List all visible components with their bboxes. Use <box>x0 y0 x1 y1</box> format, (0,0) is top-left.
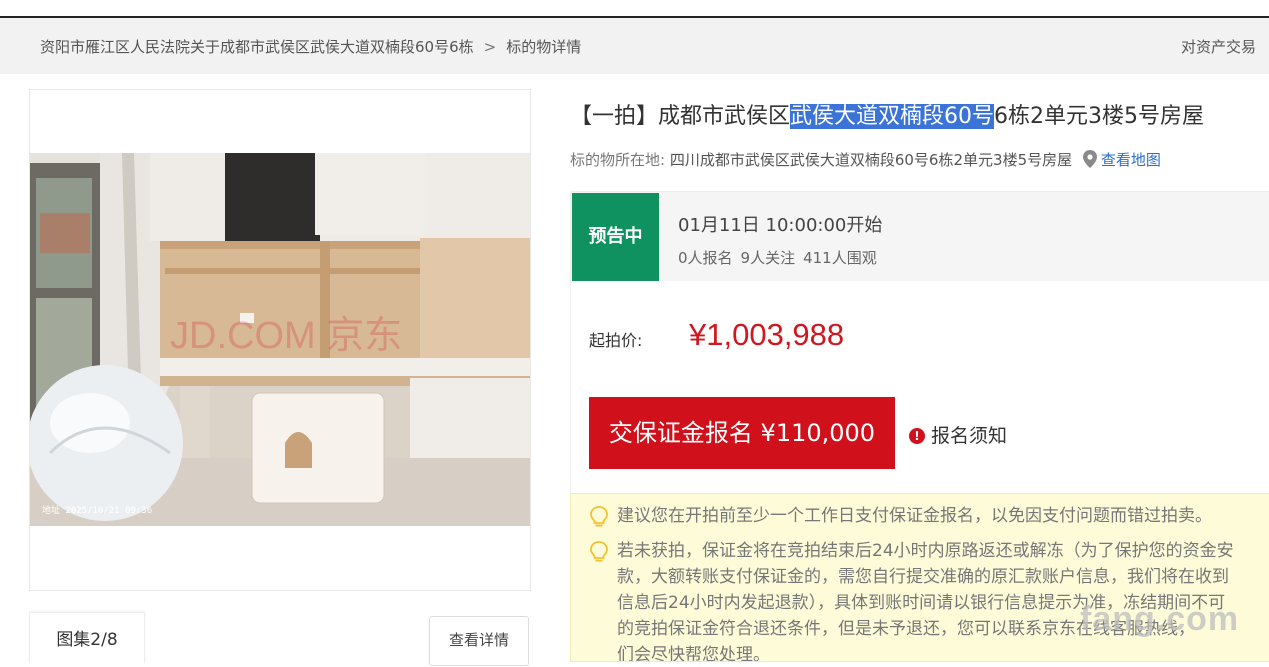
tip-2-line-5: 们会尽快帮您处理。 <box>617 645 770 662</box>
room-photo-illustration: JD.COM 京东 <box>30 153 530 526</box>
tip-2-line-2: 款，大额转账支付保证金的，需您自行提交准确的原汇款账户信息，我们将在收到 <box>617 567 1229 587</box>
breadcrumb-current: 标的物详情 <box>506 38 582 56</box>
follower-count: 9人关注 <box>740 249 796 267</box>
photo-timestamp: 地址 2025/10/21 09:36 <box>42 506 153 516</box>
image-gallery: JD.COM 京东 地址 2025/10/21 09:36 <box>29 89 531 591</box>
map-pin-icon <box>1082 150 1097 172</box>
price-panel: 起拍价: ¥1,003,988 交保证金报名 ¥110,000 ! 报名须知 <box>570 281 1269 494</box>
lightbulb-icon <box>589 505 609 537</box>
location-address: 四川成都市武侯区武侯大道双楠段60号6栋2单元3楼5号房屋 <box>669 151 1073 169</box>
site-watermark: fang.com <box>1080 600 1240 638</box>
photo-watermark: JD.COM 京东 <box>170 315 402 357</box>
registration-notice-link[interactable]: ! 报名须知 <box>909 421 1007 448</box>
starting-price-value: ¥1,003,988 <box>689 317 845 352</box>
auction-status-panel: 预告中 01月11日 10:00:00开始 0人报名 9人关注 411人围观 <box>570 191 1269 283</box>
breadcrumb-case-link[interactable]: 资阳市雁江区人民法院关于成都市武侯区武侯大道双楠段60号6栋 <box>40 38 474 56</box>
view-map-link[interactable]: 查看地图 <box>1101 151 1161 169</box>
start-time: 01月11日 10:00:00开始 <box>678 215 883 236</box>
tip-1-text: 建议您在开拍前至少一个工作日支付保证金报名，以免因支付问题而错过拍卖。 <box>617 506 1212 526</box>
gallery-tab[interactable]: 图集2/8 <box>29 612 145 663</box>
starting-price-label: 起拍价: <box>589 331 643 350</box>
breadcrumb: 资阳市雁江区人民法院关于成都市武侯区武侯大道双楠段60号6栋 > 标的物详情 <box>40 36 581 57</box>
main-photo[interactable]: JD.COM 京东 地址 2025/10/21 09:36 <box>30 153 530 526</box>
signup-count: 0人报名 <box>678 249 733 267</box>
breadcrumb-bar: 资阳市雁江区人民法院关于成都市武侯区武侯大道双楠段60号6栋 > 标的物详情 对资产… <box>0 18 1269 74</box>
title-prefix: 【一拍】成都市武侯区 <box>570 104 791 129</box>
location-label: 标的物所在地: <box>570 151 666 169</box>
view-details-button[interactable]: 查看详情 <box>429 616 529 666</box>
status-badge: 预告中 <box>572 193 659 281</box>
title-highlight: 武侯大道双楠段60号 <box>790 104 995 129</box>
auction-stats: 0人报名 9人关注 411人围观 <box>678 247 885 268</box>
asset-trading-link[interactable]: 对资产交易 <box>1181 36 1269 57</box>
listing-location: 标的物所在地: 四川成都市武侯区武侯大道双楠段60号6栋2单元3楼5号房屋 查看… <box>570 149 1161 172</box>
breadcrumb-separator: > <box>483 38 497 56</box>
tip-2-line-1: 若未获拍，保证金将在竞拍结束后24小时内原路返还或解冻（为了保护您的资金安 <box>617 541 1234 561</box>
listing-title: 【一拍】成都市武侯区武侯大道双楠段60号6栋2单元3楼5号房屋 <box>570 98 1204 130</box>
lightbulb-icon <box>589 540 609 572</box>
pay-deposit-button[interactable]: 交保证金报名 ¥110,000 <box>589 397 895 469</box>
title-suffix: 6栋2单元3楼5号房屋 <box>994 104 1205 129</box>
exclamation-icon: ! <box>909 428 925 444</box>
viewer-count: 411人围观 <box>803 249 877 267</box>
notice-label: 报名须知 <box>931 425 1008 447</box>
